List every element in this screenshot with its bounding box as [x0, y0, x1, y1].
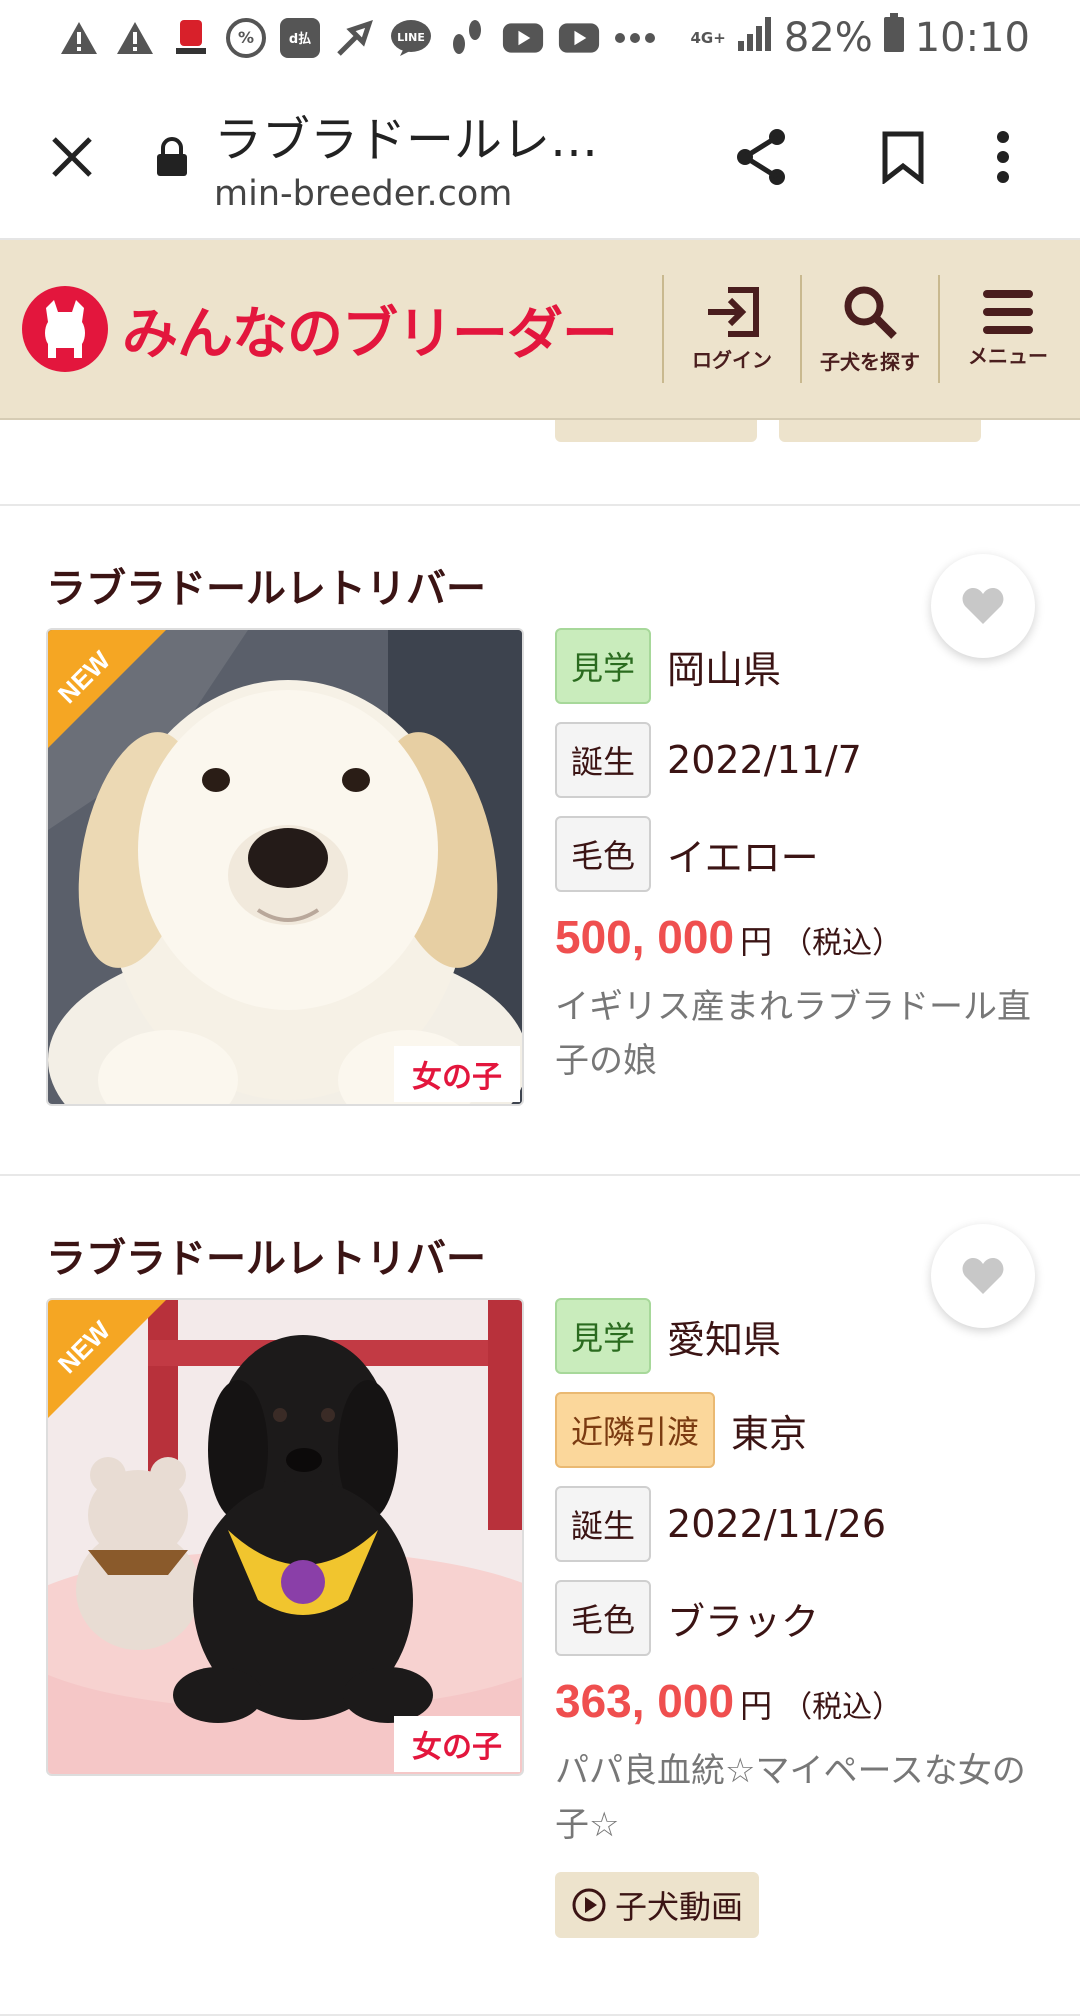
- status-bar: % d払 LINE 4G+ 82% 10:10: [0, 0, 1080, 75]
- search-icon: [844, 286, 897, 339]
- visit-row: 見学 愛知県: [555, 1298, 1035, 1374]
- price-tax-note: （税込）: [782, 1690, 903, 1725]
- share-icon: [737, 128, 785, 185]
- youtube-icon: [558, 17, 600, 59]
- gender-badge: 女の子: [394, 1046, 520, 1102]
- birth-row: 誕生 2022/11/26: [555, 1486, 1035, 1562]
- page-title: ラブラドールレ…: [214, 111, 599, 168]
- puppy-video-button[interactable]: 子犬動画: [555, 1872, 760, 1938]
- previous-listing-chip[interactable]: [779, 420, 981, 442]
- listing-content: ラブラドールレトリバー NEW 女の子 見学 岡山県 誕生 2022/11/7 …: [0, 420, 1080, 2016]
- bookmark-button[interactable]: [868, 122, 938, 192]
- address-area[interactable]: ラブラドールレ… min-breeder.com: [214, 100, 664, 214]
- d-pay-icon: d払: [280, 17, 320, 58]
- coat-color-row: 毛色 ブラック: [555, 1580, 1035, 1656]
- birth-row: 誕生 2022/11/7: [555, 722, 1035, 798]
- maruhan-app-icon: [170, 17, 212, 59]
- price-value: 363, 000: [555, 1675, 735, 1727]
- more-dots-icon: [614, 17, 656, 59]
- visit-row: 見学 岡山県: [555, 628, 1035, 704]
- site-header: みんなのブリーダー ログイン 子犬を探す メニュー: [0, 240, 1080, 420]
- coat-color-row: 毛色 イエロー: [555, 816, 1035, 892]
- find-puppy-label: 子犬を探す: [820, 349, 920, 374]
- previous-listing-tail: [0, 420, 1080, 506]
- coat-color-value: イエロー: [667, 835, 819, 880]
- birth-date-value: 2022/11/7: [667, 738, 862, 782]
- gender-badge: 女の子: [394, 1716, 520, 1772]
- birth-tag: 誕生: [555, 722, 652, 798]
- network-type: 4G+: [690, 28, 726, 47]
- coat-color-tag: 毛色: [555, 816, 652, 892]
- logo-text: みんなのブリーダー: [122, 301, 618, 367]
- warning-icon: [114, 17, 156, 59]
- price-value: 500, 000: [555, 911, 735, 963]
- page-url: min-breeder.com: [214, 173, 513, 214]
- close-tab-button[interactable]: [42, 127, 102, 187]
- signal-icon: [736, 15, 774, 61]
- overflow-menu-button[interactable]: [968, 122, 1038, 192]
- menu-label: メニュー: [968, 343, 1048, 368]
- listing-info: 見学 愛知県 近隣引渡 東京 誕生 2022/11/26 毛色 ブラック 363…: [555, 1298, 1035, 1938]
- dog-logo-icon: [22, 286, 108, 372]
- warning-icon: [58, 17, 100, 59]
- delivery-area-value: 東京: [731, 1411, 808, 1456]
- price-tax-note: （税込）: [782, 926, 903, 961]
- battery-percent: 82%: [783, 14, 873, 61]
- system-status: 4G+ 82% 10:10: [690, 12, 1030, 63]
- price: 363, 000 円 （税込）: [555, 1674, 1035, 1728]
- heart-icon: [962, 588, 1004, 624]
- more-vertical-icon: [997, 130, 1009, 183]
- share-button[interactable]: [726, 122, 796, 192]
- battery-icon: [883, 12, 905, 63]
- listing-info: 見学 岡山県 誕生 2022/11/7 毛色 イエロー 500, 000 円 （…: [555, 628, 1035, 1088]
- price-unit: 円: [740, 923, 773, 961]
- listing-description: イギリス産まれラブラドール直子の娘: [555, 987, 1031, 1081]
- listing-description: パパ良血統☆マイペースな女の子☆: [555, 1751, 1026, 1845]
- listing-card[interactable]: ラブラドールレトリバー: [0, 1176, 1080, 2016]
- find-puppy-button[interactable]: 子犬を探す: [800, 275, 938, 383]
- birth-tag: 誕生: [555, 1486, 652, 1562]
- previous-listing-chip[interactable]: [555, 420, 757, 442]
- price: 500, 000 円 （税込）: [555, 910, 1035, 964]
- listing-breed[interactable]: ラブラドールレトリバー: [46, 556, 486, 614]
- nearby-delivery-tag: 近隣引渡: [555, 1392, 716, 1468]
- listing-card[interactable]: ラブラドールレトリバー: [0, 506, 1080, 1176]
- browser-toolbar: ラブラドールレ… min-breeder.com: [0, 75, 1080, 240]
- visit-tag: 見学: [555, 1298, 652, 1374]
- share-app-icon: [334, 17, 376, 59]
- bookmark-icon: [882, 131, 924, 184]
- login-button[interactable]: ログイン: [662, 275, 800, 383]
- login-label: ログイン: [692, 347, 772, 372]
- puppy-video-label: 子犬動画: [615, 1888, 744, 1926]
- play-icon: [572, 1888, 606, 1922]
- line-icon: LINE: [390, 17, 432, 59]
- nearby-delivery-row: 近隣引渡 東京: [555, 1392, 1035, 1468]
- login-icon: [708, 286, 759, 337]
- prefecture-value: 愛知県: [667, 1317, 782, 1362]
- site-logo[interactable]: みんなのブリーダー: [22, 286, 662, 372]
- youtube-icon: [502, 17, 544, 59]
- birth-date-value: 2022/11/26: [667, 1502, 887, 1546]
- close-icon: [52, 136, 92, 177]
- notification-icons: % d払 LINE: [58, 17, 656, 59]
- hamburger-icon: [983, 289, 1033, 334]
- listing-breed[interactable]: ラブラドールレトリバー: [46, 1226, 486, 1284]
- puppy-photo[interactable]: NEW 女の子: [46, 628, 524, 1106]
- menu-button[interactable]: メニュー: [938, 275, 1076, 383]
- heart-icon: [962, 1258, 1004, 1294]
- visit-tag: 見学: [555, 628, 652, 704]
- lock-icon[interactable]: [152, 136, 192, 178]
- coat-color-value: ブラック: [667, 1599, 820, 1644]
- clock: 10:10: [914, 14, 1030, 61]
- percent-icon: %: [226, 17, 266, 58]
- footsteps-icon: [446, 17, 488, 59]
- puppy-photo[interactable]: NEW 女の子: [46, 1298, 524, 1776]
- prefecture-value: 岡山県: [667, 647, 782, 692]
- coat-color-tag: 毛色: [555, 1580, 652, 1656]
- svg-text:LINE: LINE: [397, 31, 425, 44]
- price-unit: 円: [740, 1687, 773, 1725]
